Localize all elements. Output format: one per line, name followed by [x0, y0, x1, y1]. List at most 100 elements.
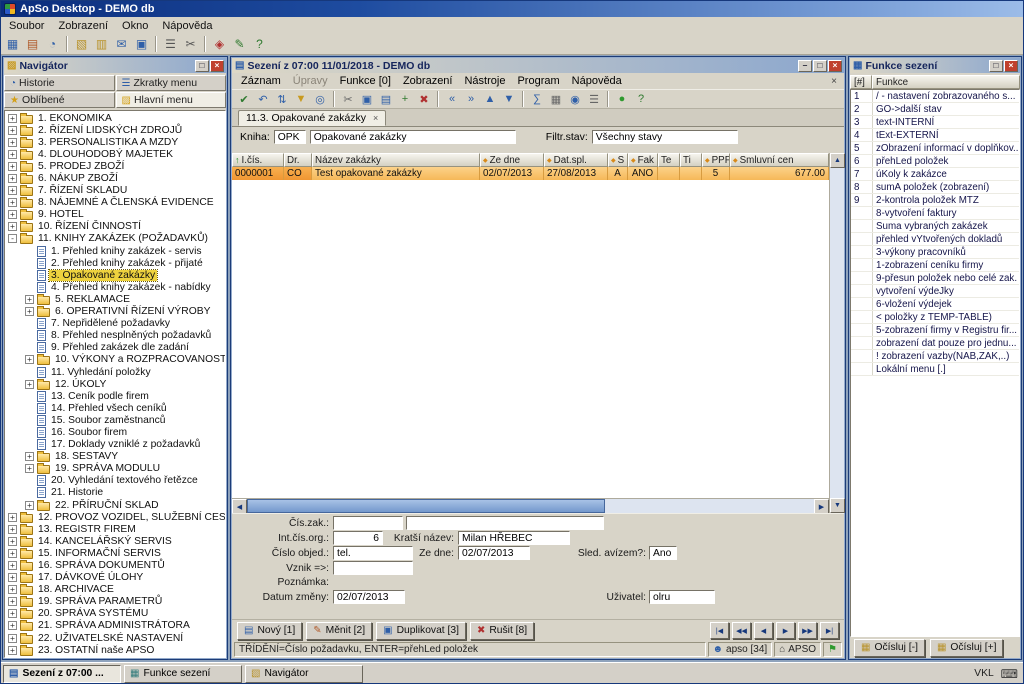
- functions-undock-button[interactable]: □: [989, 60, 1003, 72]
- expand-box[interactable]: +: [8, 549, 17, 558]
- expand-box[interactable]: +: [8, 573, 17, 582]
- tree-item[interactable]: 17. Doklady vzniklé z požadavků: [5, 439, 225, 451]
- expand-box[interactable]: +: [8, 162, 17, 171]
- expand-box[interactable]: +: [8, 621, 17, 630]
- functions-col-name[interactable]: Funkce: [872, 75, 1020, 89]
- tree-item[interactable]: +18. SESTAVY: [5, 451, 225, 463]
- tree-item[interactable]: +13. REGISTR FIREM: [5, 523, 225, 535]
- tools-icon[interactable]: ✂: [181, 35, 200, 53]
- reports-icon[interactable]: ☰: [161, 35, 180, 53]
- tree-item[interactable]: 11. Vyhledání položky: [5, 366, 225, 378]
- tree-item[interactable]: 4. Přehled knihy zakázek - nabídky: [5, 281, 225, 293]
- menu-zaznam[interactable]: Záznam: [235, 74, 287, 88]
- expand-box[interactable]: +: [25, 464, 34, 473]
- tab-zkratky-menu[interactable]: ☰Zkratky menu: [116, 75, 227, 91]
- filter-icon[interactable]: ▼: [292, 91, 310, 108]
- function-row[interactable]: Lokální menu [.]: [851, 363, 1019, 376]
- session-close-button[interactable]: ×: [828, 60, 842, 72]
- int-org-input[interactable]: 6: [333, 531, 383, 545]
- menu-nastroje[interactable]: Nástroje: [458, 74, 511, 88]
- expand-box[interactable]: +: [8, 513, 17, 522]
- expand-box[interactable]: +: [8, 597, 17, 606]
- search-icon[interactable]: ◎: [311, 91, 329, 108]
- expand-box[interactable]: +: [8, 138, 17, 147]
- tree-item[interactable]: 16. Soubor firem: [5, 426, 225, 438]
- tree-item[interactable]: 7. Nepřidělené požadavky: [5, 318, 225, 330]
- function-row[interactable]: ! zobrazení vazby(NAB,ZAK,..): [851, 350, 1019, 363]
- session-minimize-button[interactable]: –: [798, 60, 812, 72]
- grid-selected-row[interactable]: 0000001COTest opakované zakázky02/07/201…: [232, 167, 829, 180]
- cis-zak-input[interactable]: [333, 516, 403, 530]
- new-record-button[interactable]: ▤Nový [1]: [237, 622, 302, 640]
- keyboard-icon[interactable]: ⌨: [1001, 667, 1018, 681]
- tree-item[interactable]: 8. Přehled nesplněných požadavků: [5, 330, 225, 342]
- function-row[interactable]: 1/ - nastavení zobrazovaného s...: [851, 90, 1019, 103]
- copy-icon[interactable]: ▣: [358, 91, 376, 108]
- add-record-icon[interactable]: +: [396, 91, 414, 108]
- column-header-dat-spl[interactable]: ◆Dat.spl.: [544, 153, 608, 167]
- tab-historie[interactable]: ◔Historie: [4, 75, 115, 91]
- tree-item[interactable]: +5. REKLAMACE: [5, 293, 225, 305]
- tree-item[interactable]: 15. Soubor zaměstnanců: [5, 414, 225, 426]
- functions-col-number[interactable]: [#]: [850, 75, 872, 89]
- kniha-code-input[interactable]: OPK: [274, 130, 306, 144]
- edit-record-button[interactable]: ✎Měnit [2]: [306, 622, 372, 640]
- column-header-s[interactable]: ◆S: [608, 153, 628, 167]
- function-row[interactable]: 3text-INTERNÍ: [851, 116, 1019, 129]
- sessions-icon[interactable]: ▤: [23, 35, 42, 53]
- expand-box[interactable]: +: [8, 537, 17, 546]
- expand-box[interactable]: +: [8, 525, 17, 534]
- navigator-icon[interactable]: ▣: [132, 35, 151, 53]
- paste-icon[interactable]: ▤: [377, 91, 395, 108]
- renumber-minus-button[interactable]: ▦Očísluj [-]: [854, 639, 925, 657]
- modules-icon[interactable]: ▦: [3, 35, 22, 53]
- column-header-dr[interactable]: Dr.: [284, 153, 312, 167]
- tree-item[interactable]: +3. PERSONALISTIKA A MZDY: [5, 136, 225, 148]
- scroll-right-icon[interactable]: ▶: [814, 499, 829, 514]
- function-row[interactable]: 6přehLed položek: [851, 155, 1019, 168]
- tree-item[interactable]: +16. SPRÁVA DOKUMENTŮ: [5, 559, 225, 571]
- expand-box[interactable]: +: [8, 585, 17, 594]
- record-prev-button[interactable]: ◀: [754, 622, 773, 639]
- mail-icon[interactable]: ✉: [112, 35, 131, 53]
- horizontal-scroll-thumb[interactable]: [247, 499, 605, 513]
- column-header-ze-dne[interactable]: ◆Ze dne: [480, 153, 544, 167]
- menu-soubor[interactable]: Soubor: [2, 19, 51, 33]
- vertical-scroll-track[interactable]: [830, 168, 844, 498]
- function-row[interactable]: < položky z TEMP-TABLE): [851, 311, 1019, 324]
- tree-item[interactable]: +7. ŘÍZENÍ SKLADU: [5, 185, 225, 197]
- filtr-stav-input[interactable]: Všechny stavy: [592, 130, 738, 144]
- menu-zobrazeni[interactable]: Zobrazení: [51, 19, 115, 33]
- tree-item[interactable]: 20. Vyhledání textového řetězce: [5, 475, 225, 487]
- window-titlebar[interactable]: ApSo Desktop - DEMO db: [0, 0, 1024, 17]
- expand-box[interactable]: +: [8, 646, 17, 655]
- expand-box[interactable]: +: [25, 452, 34, 461]
- tree-item[interactable]: +5. PRODEJ ZBOŽÍ: [5, 160, 225, 172]
- scroll-down-icon[interactable]: ▼: [830, 498, 845, 513]
- navigator-titlebar[interactable]: ▨ Navigátor □ ×: [4, 58, 226, 73]
- function-row[interactable]: Suma vybraných zakázek: [851, 220, 1019, 233]
- session-menu-close-icon[interactable]: ×: [827, 76, 841, 87]
- menu-program[interactable]: Program: [511, 74, 565, 88]
- tree-item[interactable]: +22. PŘÍRUČNÍ SKLAD: [5, 499, 225, 511]
- tab-opakovane-zakazky[interactable]: 11.3. Opakované zakázky ×: [238, 110, 386, 126]
- move-up-icon[interactable]: ▲: [481, 91, 499, 108]
- tree-item[interactable]: +2. ŘÍZENÍ LIDSKÝCH ZDROJŮ: [5, 124, 225, 136]
- undo-icon[interactable]: ↶: [254, 91, 272, 108]
- tree-item[interactable]: +19. SPRÁVA MODULU: [5, 463, 225, 475]
- cislo-objed-input[interactable]: tel.: [333, 546, 413, 560]
- grid-cell[interactable]: 5: [702, 167, 730, 180]
- history-icon[interactable]: ◔: [43, 35, 62, 53]
- column-header-te[interactable]: Te: [658, 153, 680, 167]
- status-green-icon[interactable]: ●: [613, 91, 631, 108]
- expand-box[interactable]: +: [8, 222, 17, 231]
- tree-item[interactable]: 9. Přehled zakázek dle zadání: [5, 342, 225, 354]
- tree-item[interactable]: +12. ÚKOLY: [5, 378, 225, 390]
- function-row[interactable]: 92-kontrola položek MTZ: [851, 194, 1019, 207]
- duplicate-record-button[interactable]: ▣Duplikovat [3]: [376, 622, 466, 640]
- grid-cell[interactable]: [658, 167, 680, 180]
- tab-close-icon[interactable]: ×: [373, 113, 378, 123]
- tree-item[interactable]: +12. PROVOZ VOZIDEL, SLUŽEBNÍ CESTY: [5, 511, 225, 523]
- expand-box[interactable]: +: [8, 126, 17, 135]
- function-row[interactable]: 7úKoly k zakázce: [851, 168, 1019, 181]
